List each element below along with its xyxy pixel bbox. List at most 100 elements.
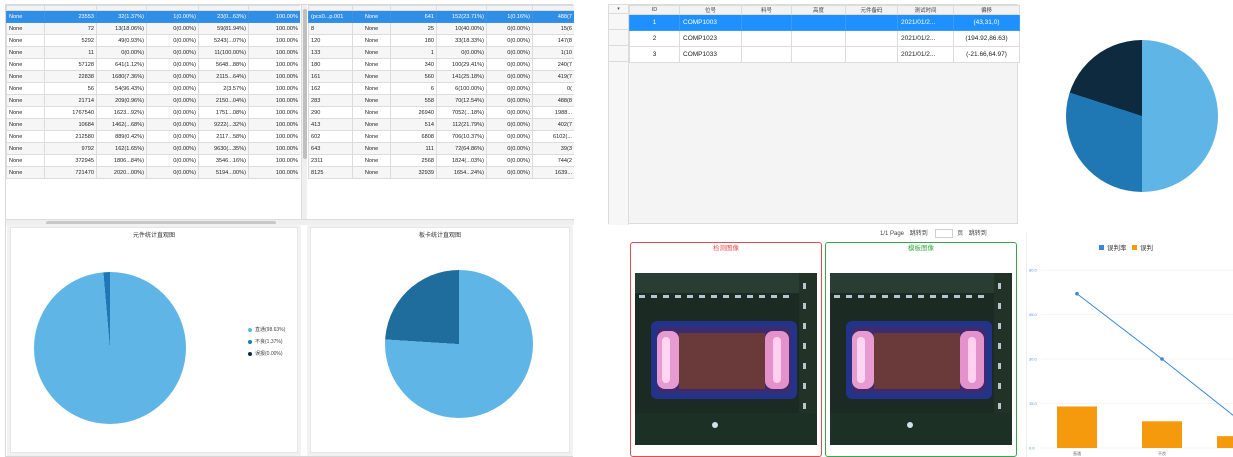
table-cell[interactable]: None — [6, 118, 45, 131]
template-image[interactable] — [830, 273, 1012, 445]
table-cell[interactable]: 290 — [308, 106, 353, 119]
table-cell[interactable]: 100.00% — [248, 142, 300, 155]
table-cell[interactable]: 0(0.00%) — [146, 130, 199, 143]
table-cell[interactable]: 9222(...32%) — [198, 118, 249, 131]
table-cell[interactable]: 111 — [390, 142, 437, 155]
table-cell[interactable]: 0(0.00%) — [146, 94, 199, 107]
table-cell[interactable]: None — [352, 94, 391, 107]
col-offset[interactable]: 偏移 — [953, 5, 1020, 15]
table-cell[interactable]: 1806...84%) — [96, 154, 147, 167]
table-cell[interactable]: 1639... — [532, 166, 574, 179]
table-cell[interactable]: None — [352, 10, 391, 23]
col-height[interactable]: 高度 — [791, 5, 846, 15]
table-cell[interactable]: 22838 — [44, 70, 97, 83]
cell-test-time[interactable]: 2021/01/2... — [897, 46, 954, 63]
statistics-table-right[interactable]: (pcs0...p.001 None 641 152(23.71%) 1(0.16%) 4… — [308, 5, 574, 219]
col-part[interactable]: 料号 — [741, 5, 792, 15]
table-cell[interactable]: 0(0.00%) — [146, 46, 199, 59]
table-cell[interactable]: None — [6, 70, 45, 83]
cell-height[interactable] — [791, 14, 846, 31]
table-cell[interactable]: 1(0.00%) — [146, 10, 199, 23]
table-cell[interactable]: 112(21.79%) — [436, 118, 487, 131]
table-cell[interactable]: 1623...92%) — [96, 106, 147, 119]
table-cell[interactable]: 25 — [390, 22, 437, 35]
table-cell[interactable]: 100.00% — [248, 58, 300, 71]
table-row[interactable]: 2311 None 2568 1824(...03%) 0(0.00%) 744(2 — [308, 154, 574, 167]
table-cell[interactable]: 100.00% — [248, 70, 300, 83]
table-cell[interactable]: 1(10 — [532, 46, 574, 59]
table-cell[interactable]: 0(0.00%) — [146, 106, 199, 119]
table-cell[interactable]: None — [6, 154, 45, 167]
table-cell[interactable]: 0(0.00%) — [486, 70, 533, 83]
table-row[interactable]: 180 None 340 100(29.41%) 0(0.00%) 240(7 — [308, 58, 574, 71]
cell-height[interactable] — [791, 46, 846, 63]
jump-button[interactable]: 跳转到 — [969, 231, 987, 237]
table-cell[interactable]: 49(0.93%) — [96, 34, 147, 47]
table-cell[interactable]: 0(0.00%) — [146, 166, 199, 179]
table-cell[interactable]: 240(7 — [532, 58, 574, 71]
table-row[interactable]: 283 None 558 70(12.54%) 0(0.00%) 488(8 — [308, 94, 574, 107]
table-row[interactable]: 1 COMP1003 2021/01/2... (43,31,0) — [629, 14, 1020, 31]
table-cell[interactable]: 32(1.37%) — [96, 10, 147, 23]
table-cell[interactable]: 5648...88%) — [198, 58, 249, 71]
table-cell[interactable]: 100.00% — [248, 82, 300, 95]
table-row[interactable]: None 11 0(0.00%) 0(0.00%) 11(100.00%) 100.00% — [6, 46, 300, 59]
table-cell[interactable]: 889(0.42%) — [96, 130, 147, 143]
col-position[interactable]: 位号 — [679, 5, 742, 15]
table-cell[interactable]: 2020...00%) — [96, 166, 147, 179]
table-cell[interactable]: 419(7 — [532, 70, 574, 83]
vertical-scrollbar[interactable] — [301, 5, 307, 219]
cell-offset[interactable]: (43,31,0) — [953, 14, 1020, 31]
row-header[interactable] — [609, 30, 628, 46]
table-cell[interactable]: 57128 — [44, 58, 97, 71]
cell-offset[interactable]: (194.92,86.63) — [953, 30, 1020, 47]
table-cell[interactable]: 0(0.00%) — [146, 118, 199, 131]
table-cell[interactable]: 100.00% — [248, 22, 300, 35]
table-cell[interactable]: 0(0.00%) — [146, 70, 199, 83]
table-cell[interactable]: None — [352, 154, 391, 167]
table-cell[interactable]: 283 — [308, 94, 353, 107]
table-row[interactable]: 290 None 26940 7052(...18%) 0(0.00%) 1988... — [308, 106, 574, 119]
table-row[interactable]: 120 None 180 33(18.33%) 0(0.00%) 147(8 — [308, 34, 574, 47]
table-cell[interactable]: 100(29.41%) — [436, 58, 487, 71]
row-header[interactable] — [609, 14, 628, 30]
table-cell[interactable]: 1 — [390, 46, 437, 59]
cell-id[interactable]: 2 — [629, 30, 680, 47]
table-cell[interactable]: 5194...00%) — [198, 166, 249, 179]
table-row[interactable]: 8125 None 32939 1654...24%) 0(0.00%) 1639... — [308, 166, 574, 179]
row-header[interactable] — [609, 46, 628, 62]
table-cell[interactable]: 56 — [44, 82, 97, 95]
table-row[interactable]: 413 None 514 112(21.79%) 0(0.00%) 402(7 — [308, 118, 574, 131]
table-cell[interactable]: 39(3 — [532, 142, 574, 155]
table-cell[interactable]: 0(0.00%) — [96, 46, 147, 59]
table-cell[interactable]: 641 — [390, 10, 437, 23]
table-row[interactable]: None 72 13(18.06%) 0(0.00%) 59(81.94%) 100.00… — [6, 22, 300, 35]
table-cell[interactable]: 2117...58%) — [198, 130, 249, 143]
table-cell[interactable]: 2568 — [390, 154, 437, 167]
table-cell[interactable]: None — [352, 106, 391, 119]
table-cell[interactable]: None — [352, 46, 391, 59]
table-cell[interactable]: 100.00% — [248, 94, 300, 107]
page-number-input[interactable] — [935, 228, 954, 238]
scrollbar-thumb[interactable] — [303, 9, 307, 159]
table-row[interactable]: (pcs0...p.001 None 641 152(23.71%) 1(0.16%) 4… — [308, 10, 574, 23]
corner-dropdown[interactable]: ▾ — [609, 5, 628, 14]
table-cell[interactable]: 1680(7.36%) — [96, 70, 147, 83]
cell-part[interactable] — [741, 46, 792, 63]
table-cell[interactable]: None — [6, 166, 45, 179]
table-cell[interactable]: 6(100.00%) — [436, 82, 487, 95]
col-test-time[interactable]: 测试时间 — [897, 5, 954, 15]
table-cell[interactable]: None — [6, 58, 45, 71]
table-cell[interactable]: 5243(...07%) — [198, 34, 249, 47]
table-cell[interactable]: 11(100.00%) — [198, 46, 249, 59]
table-cell[interactable]: 10(40.00%) — [436, 22, 487, 35]
table-cell[interactable]: 9792 — [44, 142, 97, 155]
table-cell[interactable]: None — [352, 70, 391, 83]
table-cell[interactable]: 23553 — [44, 10, 97, 23]
table-cell[interactable]: 0(0.00%) — [486, 58, 533, 71]
table-cell[interactable]: 558 — [390, 94, 437, 107]
cell-height[interactable] — [791, 30, 846, 47]
table-cell[interactable]: 2(3.57%) — [198, 82, 249, 95]
table-cell[interactable]: 26940 — [390, 106, 437, 119]
table-cell[interactable]: 488(7 — [532, 10, 574, 23]
